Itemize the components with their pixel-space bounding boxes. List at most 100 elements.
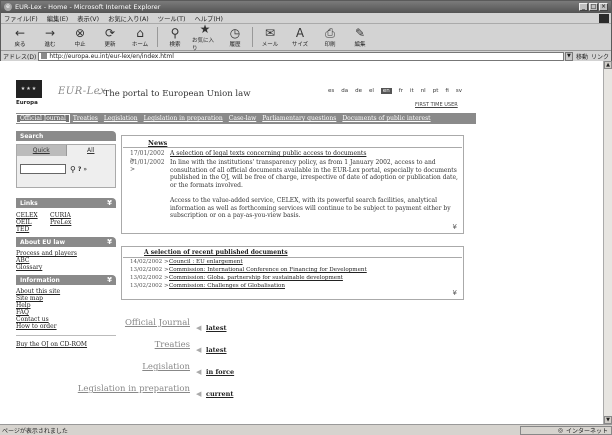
lang-fr[interactable]: fr bbox=[399, 88, 403, 94]
mail-button[interactable]: ✉ メール bbox=[257, 26, 283, 48]
quick-label[interactable]: Treaties bbox=[50, 340, 190, 350]
link-oeil[interactable]: OEIL bbox=[16, 219, 50, 226]
link-help[interactable]: Help bbox=[16, 302, 116, 309]
forward-button[interactable]: → 進む bbox=[37, 26, 63, 48]
search-heading: Search bbox=[16, 131, 116, 141]
lang-pt[interactable]: pt bbox=[433, 88, 439, 94]
toolbar: ← 戻る → 進む ⊗ 中止 ⟳ 更新 ⌂ ホーム ⚲ 検索 ★ お気に入り ◷ 履歴 ✉ メール… bbox=[1, 21, 611, 52]
recent-link[interactable]: Council : EU enlargement bbox=[169, 259, 243, 265]
close-button[interactable]: × bbox=[599, 3, 608, 11]
nav-legislation-in-preparation[interactable]: Legislation in preparation bbox=[141, 115, 226, 122]
link-process-players[interactable]: Process and players bbox=[16, 250, 116, 257]
page-viewport: ★★★ Europa EUR-Lex - The portal to Europ… bbox=[0, 61, 603, 424]
vertical-scrollbar[interactable]: ▲ ▼ bbox=[603, 61, 612, 424]
recent-link[interactable]: Commission: Challenges of Globalisation bbox=[169, 283, 285, 289]
nav-official-journal[interactable]: Official Journal bbox=[16, 114, 70, 123]
tab-quick-search[interactable]: Quick bbox=[17, 145, 67, 156]
arrow-icon: ◀ bbox=[196, 324, 202, 332]
lang-en[interactable]: en bbox=[380, 88, 392, 94]
text-size-button[interactable]: A サイズ bbox=[287, 26, 313, 48]
magnifier-icon[interactable]: ⚲ bbox=[70, 165, 76, 174]
search-panel: Quick All ⚲ ? » bbox=[16, 144, 116, 188]
chevron-down-icon[interactable]: ¥ bbox=[453, 289, 457, 297]
stop-button[interactable]: ⊗ 中止 bbox=[67, 26, 93, 48]
main-nav: Official Journal Treaties Legislation Le… bbox=[16, 113, 476, 124]
windows-flag-icon bbox=[599, 13, 609, 23]
first-time-user-link[interactable]: FIRST TIME USER bbox=[415, 102, 458, 108]
quick-label[interactable]: Legislation bbox=[50, 362, 190, 372]
link-site-map[interactable]: Site map bbox=[16, 295, 116, 302]
quick-action[interactable]: current bbox=[206, 390, 233, 398]
chevron-down-icon[interactable]: ¥ bbox=[107, 276, 112, 284]
menu-bar: ファイル(F) 編集(E) 表示(V) お気に入り(A) ツール(T) ヘルプ(… bbox=[1, 13, 611, 24]
lang-el[interactable]: el bbox=[369, 88, 374, 94]
home-label: ホーム bbox=[131, 41, 149, 48]
lang-de[interactable]: de bbox=[355, 88, 362, 94]
list-item: 13/02/2002 > Commission: Globa. partnersh… bbox=[130, 275, 343, 281]
link-prelex[interactable]: PreLex bbox=[50, 219, 100, 226]
scroll-down-button[interactable]: ▼ bbox=[604, 416, 612, 424]
links-button[interactable]: リンク bbox=[591, 52, 609, 61]
quick-action[interactable]: latest bbox=[206, 346, 226, 354]
list-item: 13/02/2002 > Commission: International Co… bbox=[130, 267, 367, 273]
quick-action[interactable]: in force bbox=[206, 368, 234, 376]
lang-fi[interactable]: fi bbox=[445, 88, 448, 94]
menu-favorites[interactable]: お気に入り(A) bbox=[108, 14, 149, 23]
link-curia[interactable]: CURIA bbox=[50, 212, 100, 219]
news-text: In line with the institutions' transpare… bbox=[170, 159, 458, 189]
nav-case-law[interactable]: Case-law bbox=[226, 115, 259, 122]
maximize-button[interactable]: □ bbox=[589, 3, 598, 11]
home-button[interactable]: ⌂ ホーム bbox=[127, 26, 153, 48]
nav-treaties[interactable]: Treaties bbox=[70, 115, 101, 122]
information-heading[interactable]: Information ¥ bbox=[16, 275, 116, 285]
tab-all-search[interactable]: All bbox=[67, 145, 116, 156]
link-glossary[interactable]: Glossary bbox=[16, 264, 116, 271]
address-dropdown[interactable]: ▼ bbox=[564, 51, 573, 61]
refresh-button[interactable]: ⟳ 更新 bbox=[97, 26, 123, 48]
about-heading[interactable]: About EU law ¥ bbox=[16, 237, 116, 247]
search-more-button[interactable]: » bbox=[83, 166, 87, 173]
chevron-down-icon[interactable]: ¥ bbox=[107, 199, 112, 207]
eu-flag-icon[interactable]: ★★★ bbox=[16, 80, 42, 98]
menu-tools[interactable]: ツール(T) bbox=[158, 14, 186, 23]
search-input[interactable] bbox=[20, 164, 66, 174]
page-icon bbox=[41, 53, 48, 59]
favorites-icon: ★ bbox=[199, 21, 211, 36]
recent-link[interactable]: Commission: International Conference on … bbox=[169, 267, 367, 273]
minimize-button[interactable]: _ bbox=[579, 3, 588, 11]
edit-button[interactable]: ✎ 編集 bbox=[347, 26, 373, 48]
back-button[interactable]: ← 戻る bbox=[7, 26, 33, 48]
menu-file[interactable]: ファイル(F) bbox=[4, 14, 38, 23]
menu-view[interactable]: 表示(V) bbox=[77, 14, 99, 23]
link-abc[interactable]: ABC bbox=[16, 257, 116, 264]
search-help-button[interactable]: ? bbox=[78, 166, 81, 173]
chevron-down-icon[interactable]: ¥ bbox=[107, 238, 112, 246]
lang-sv[interactable]: sv bbox=[456, 88, 462, 94]
link-faq[interactable]: FAQ bbox=[16, 309, 116, 316]
lang-nl[interactable]: nl bbox=[421, 88, 426, 94]
nav-legislation[interactable]: Legislation bbox=[101, 115, 141, 122]
lang-da[interactable]: da bbox=[341, 88, 348, 94]
link-celex[interactable]: CELEX bbox=[16, 212, 50, 219]
scroll-up-button[interactable]: ▲ bbox=[604, 61, 612, 69]
quick-label[interactable]: Official Journal bbox=[50, 318, 190, 328]
history-button[interactable]: ◷ 履歴 bbox=[222, 26, 248, 48]
menu-edit[interactable]: 編集(E) bbox=[47, 14, 69, 23]
address-input[interactable]: http://europa.eu.int/eur-lex/en/index.ht… bbox=[38, 51, 564, 61]
print-button[interactable]: ⎙ 印刷 bbox=[317, 26, 343, 48]
lang-es[interactable]: es bbox=[328, 88, 334, 94]
chevron-down-icon[interactable]: ¥ bbox=[453, 223, 457, 231]
search-button[interactable]: ⚲ 検索 bbox=[162, 26, 188, 48]
link-about-site[interactable]: About this site bbox=[16, 288, 116, 295]
recent-link[interactable]: Commission: Globa. partnership for susta… bbox=[169, 275, 343, 281]
nav-documents-public-interest[interactable]: Documents of public interest bbox=[339, 115, 433, 122]
quick-label[interactable]: Legislation in preparation bbox=[50, 384, 190, 394]
quick-action[interactable]: latest bbox=[206, 324, 226, 332]
nav-parliamentary-questions[interactable]: Parliamentary questions bbox=[259, 115, 339, 122]
favorites-button[interactable]: ★ お気に入り bbox=[192, 21, 218, 52]
go-button[interactable]: 移動 bbox=[576, 52, 588, 61]
lang-it[interactable]: it bbox=[410, 88, 414, 94]
news-date: 01/01/2002 > bbox=[130, 159, 165, 173]
link-ted[interactable]: TED bbox=[16, 226, 50, 233]
links-heading[interactable]: Links ¥ bbox=[16, 198, 116, 208]
